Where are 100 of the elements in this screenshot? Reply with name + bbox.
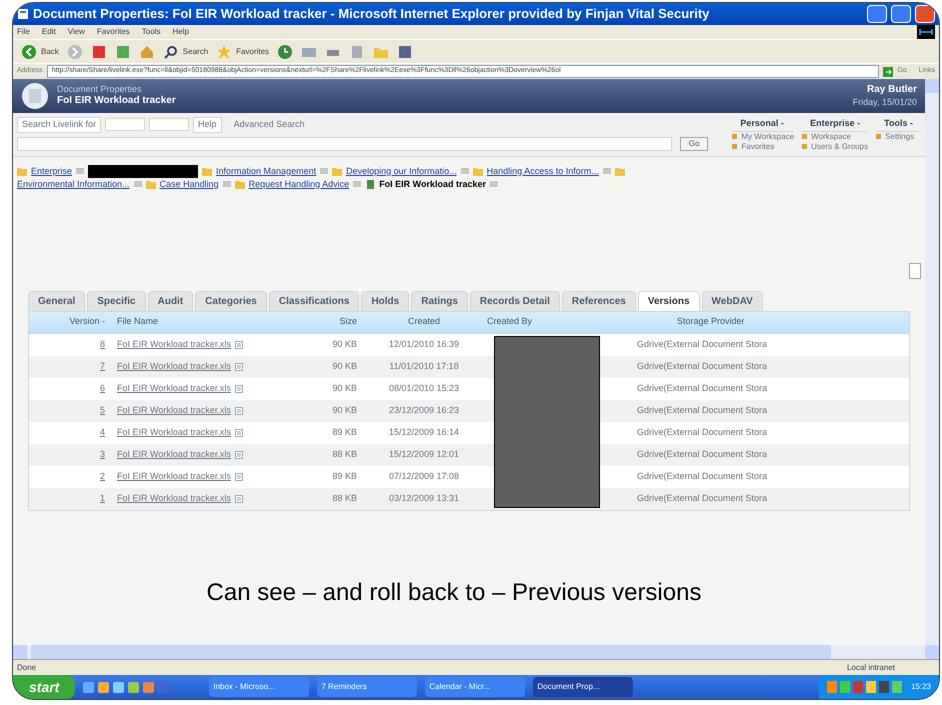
version-link[interactable]: 2 — [29, 470, 109, 484]
file-link[interactable]: FoI EIR Workload tracker.xls — [117, 382, 231, 396]
nav-link[interactable]: Settings — [876, 132, 921, 142]
menu-icon[interactable] — [234, 384, 243, 392]
menu-item[interactable]: File — [17, 26, 30, 38]
column-header[interactable]: File Name — [109, 315, 299, 329]
menu-icon[interactable] — [234, 340, 243, 348]
file-link[interactable]: FoI EIR Workload tracker.xls — [117, 338, 231, 352]
file-link[interactable]: FoI EIR Workload tracker.xls — [117, 426, 231, 440]
tab[interactable]: Categories — [195, 290, 267, 310]
taskbar-button[interactable]: Document Prop... — [533, 677, 634, 697]
horizontal-scrollbar[interactable] — [13, 645, 925, 659]
table-cell-text: 88 KB — [331, 492, 358, 505]
breadcrumb-link[interactable]: Environmental Information... — [17, 178, 130, 190]
column-header[interactable]: Created By — [479, 315, 629, 329]
search-button[interactable]: Search — [162, 44, 208, 60]
breadcrumb-link[interactable]: Enterprise — [31, 164, 72, 178]
menu-item[interactable]: Tools — [142, 26, 160, 38]
version-link[interactable]: 7 — [29, 360, 109, 374]
menu-item[interactable]: Edit — [42, 26, 56, 38]
menu-icon[interactable] — [234, 494, 243, 502]
home-icon[interactable] — [138, 44, 155, 60]
breadcrumb-link[interactable]: Information Management — [216, 164, 316, 178]
help-dropdown[interactable]: Help — [193, 117, 222, 132]
maximize-button[interactable] — [891, 5, 911, 23]
search-scope-dropdown[interactable]: Search Livelink for — [17, 117, 102, 132]
menu-icon[interactable] — [490, 180, 498, 188]
close-button[interactable] — [915, 5, 935, 23]
menu-icon[interactable] — [222, 180, 231, 188]
tab[interactable]: Audit — [148, 290, 194, 310]
version-link[interactable]: 6 — [29, 382, 109, 396]
nav-link[interactable]: Users & Groups — [802, 142, 868, 152]
menu-item[interactable]: Favorites — [96, 26, 130, 38]
user-name: Ray Butler — [866, 84, 917, 97]
vertical-scrollbar[interactable] — [925, 79, 939, 659]
taskbar-button[interactable]: 7 Reminders — [317, 677, 418, 697]
nav-link[interactable]: My Workspace — [732, 132, 794, 142]
menu-icon[interactable] — [234, 362, 243, 370]
menu-icon[interactable] — [234, 450, 243, 458]
breadcrumb-link[interactable]: Handling Access to Inform... — [486, 164, 599, 178]
version-link[interactable]: 1 — [29, 492, 109, 506]
column-header[interactable]: Version - — [29, 315, 109, 329]
version-link[interactable]: 4 — [29, 426, 109, 440]
file-link[interactable]: FoI EIR Workload tracker.xls — [117, 360, 231, 374]
tab[interactable]: Ratings — [411, 290, 468, 310]
favorites-dropdown[interactable] — [105, 118, 146, 132]
go-arrow-icon — [883, 66, 894, 76]
version-link[interactable]: 8 — [29, 338, 109, 352]
menu-icon[interactable] — [234, 428, 243, 436]
nav-menu[interactable]: Tools - — [876, 117, 921, 132]
breadcrumb-link[interactable]: Developing our Informatio... — [346, 164, 457, 178]
clock-icon[interactable] — [277, 44, 294, 60]
file-link[interactable]: FoI EIR Workload tracker.xls — [117, 470, 231, 484]
advanced-search-link[interactable]: Advanced Search — [234, 118, 305, 132]
nav-menu[interactable]: Personal - — [732, 117, 794, 132]
menu-icon[interactable] — [460, 167, 469, 175]
table-cell-text: Gdrive(External Document Stora — [636, 382, 768, 395]
file-link[interactable]: FoI EIR Workload tracker.xls — [117, 404, 231, 418]
tab[interactable]: Specific — [87, 290, 146, 310]
version-link[interactable]: 5 — [29, 404, 109, 418]
search-go-button[interactable]: Go — [680, 136, 708, 150]
menu-icon[interactable] — [76, 167, 84, 175]
table-cell-text: Gdrive(External Document Stora — [636, 404, 768, 417]
favorites-button[interactable]: Favorites — [216, 44, 270, 60]
menu-item[interactable]: View — [68, 26, 85, 38]
column-header[interactable]: Storage Provider — [629, 315, 909, 329]
tab[interactable]: General — [28, 290, 86, 310]
taskbar-button[interactable]: Inbox - Microso... — [209, 677, 310, 697]
window-dropdown[interactable] — [149, 118, 190, 132]
minimize-button[interactable] — [867, 5, 887, 23]
menu-icon[interactable] — [134, 180, 142, 188]
menu-icon[interactable] — [234, 472, 243, 480]
menu-icon[interactable] — [320, 167, 328, 175]
menu-icon[interactable] — [234, 406, 243, 414]
search-field[interactable] — [17, 136, 672, 150]
nav-menu[interactable]: Enterprise - — [802, 117, 868, 132]
breadcrumb-link[interactable]: Request Handling Advice — [248, 178, 350, 190]
page-options-button[interactable] — [909, 262, 921, 278]
breadcrumb-link[interactable]: Case Handling — [160, 178, 219, 190]
menu-icon[interactable] — [353, 180, 362, 188]
table-cell-text: Gdrive(External Document Stora — [636, 338, 768, 351]
tab[interactable]: Holds — [361, 290, 410, 310]
file-link[interactable]: FoI EIR Workload tracker.xls — [117, 448, 231, 462]
column-header[interactable]: Created — [369, 315, 479, 329]
menu-item[interactable]: Help — [172, 26, 189, 38]
tab[interactable]: Classifications — [268, 290, 360, 310]
table-cell-text: Gdrive(External Document Stora — [636, 448, 768, 461]
menu-icon[interactable] — [602, 167, 611, 175]
tab[interactable]: Records Detail — [470, 290, 560, 310]
nav-link[interactable]: Workspace — [802, 132, 868, 142]
start-button[interactable]: start — [13, 675, 76, 699]
file-link[interactable]: FoI EIR Workload tracker.xls — [117, 492, 231, 506]
tab[interactable]: Versions — [638, 290, 700, 310]
tab[interactable]: References — [562, 290, 636, 310]
back-button[interactable]: Back — [21, 44, 59, 60]
taskbar-button[interactable]: Calendar - Micr... — [425, 677, 526, 697]
column-header[interactable]: Size — [299, 315, 369, 329]
version-link[interactable]: 3 — [29, 448, 109, 462]
nav-link[interactable]: Favorites — [732, 142, 794, 152]
tab[interactable]: WebDAV — [702, 290, 763, 310]
